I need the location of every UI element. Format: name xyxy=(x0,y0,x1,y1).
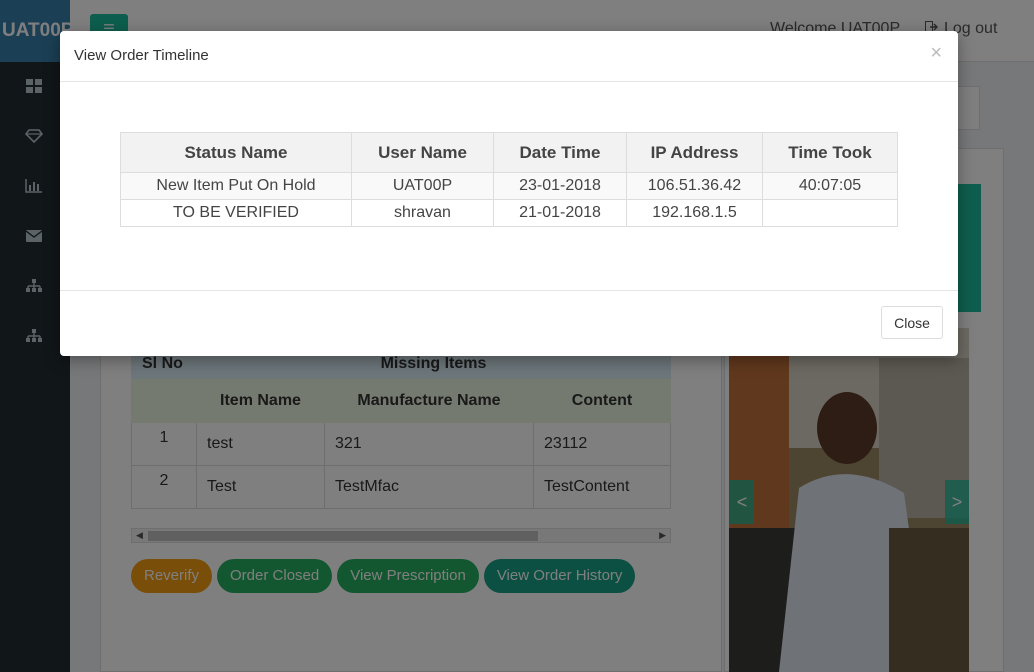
date-cell: 21-01-2018 xyxy=(493,199,627,227)
ip-cell: 106.51.36.42 xyxy=(626,172,763,200)
ip-cell: 192.168.1.5 xyxy=(626,199,763,227)
column-header: Status Name xyxy=(120,132,352,173)
user-cell: UAT00P xyxy=(351,172,494,200)
table-row: TO BE VERIFIED shravan 21-01-2018 192.16… xyxy=(120,199,898,227)
column-header: IP Address xyxy=(626,132,763,173)
modal-title: View Order Timeline xyxy=(74,47,209,64)
status-cell: New Item Put On Hold xyxy=(120,172,352,200)
user-cell: shravan xyxy=(351,199,494,227)
modal-header: View Order Timeline × xyxy=(60,31,958,82)
modal-body: Status Name User Name Date Time IP Addre… xyxy=(60,82,958,291)
column-header: Time Took xyxy=(762,132,898,173)
date-cell: 23-01-2018 xyxy=(493,172,627,200)
time-took-cell: 40:07:05 xyxy=(762,172,898,200)
close-icon[interactable]: × xyxy=(930,43,942,63)
modal-footer: Close xyxy=(60,291,958,355)
time-took-cell xyxy=(762,199,898,227)
status-cell: TO BE VERIFIED xyxy=(120,199,352,227)
order-timeline-modal: View Order Timeline × Status Name User N… xyxy=(60,31,958,356)
column-header: User Name xyxy=(351,132,494,173)
column-header: Date Time xyxy=(493,132,627,173)
order-timeline-table: Status Name User Name Date Time IP Addre… xyxy=(120,132,898,227)
close-button[interactable]: Close xyxy=(881,306,943,339)
table-row: New Item Put On Hold UAT00P 23-01-2018 1… xyxy=(120,172,898,200)
